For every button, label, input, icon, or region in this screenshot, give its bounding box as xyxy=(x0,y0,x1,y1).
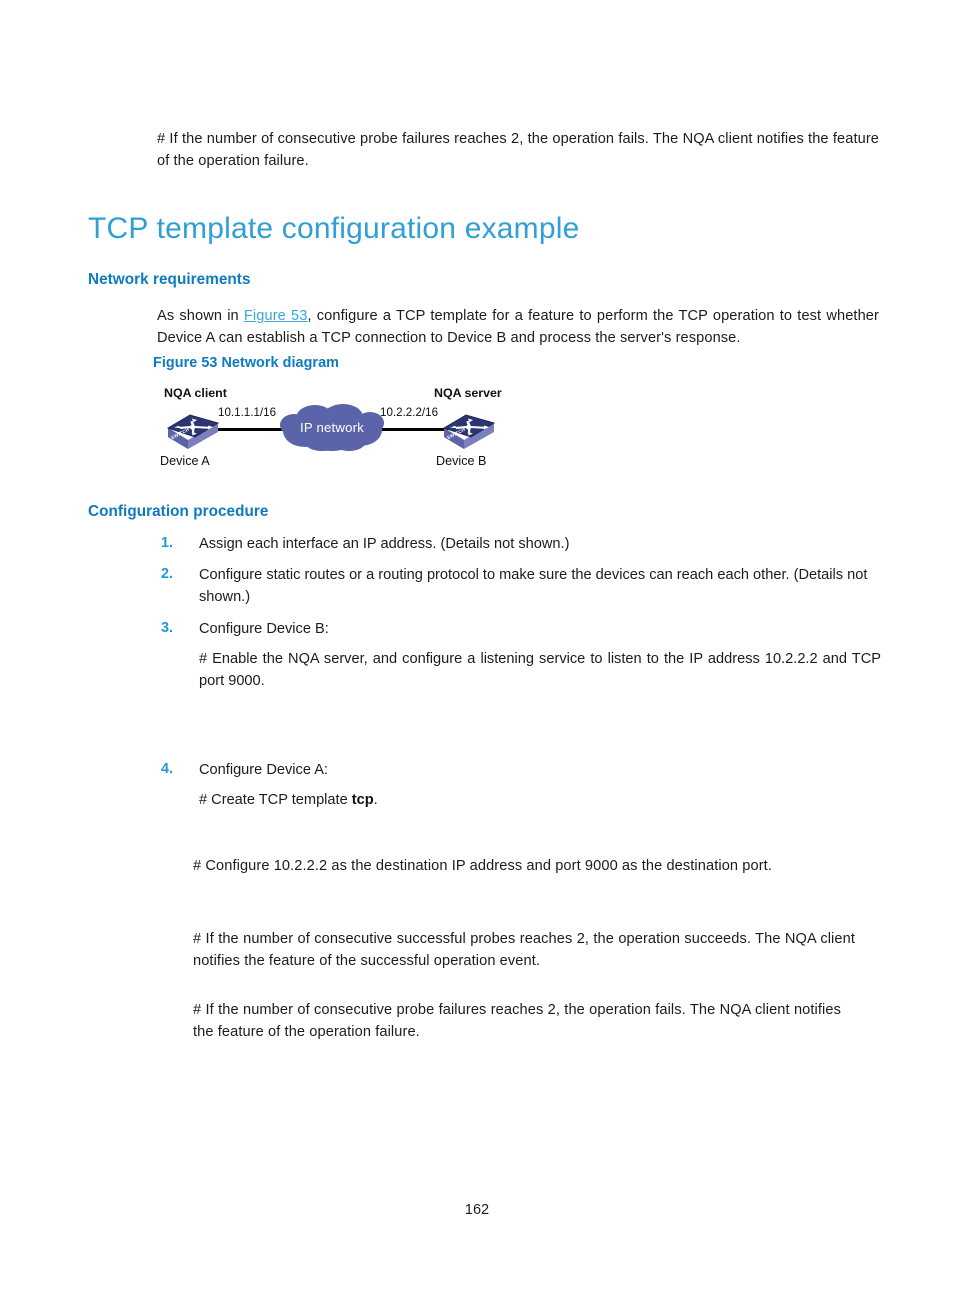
command-keyword: tcp xyxy=(351,792,374,809)
subtext-prefix: # Create TCP template xyxy=(199,792,352,809)
text-before-xref: As shown in xyxy=(157,308,244,324)
list-item-text: Configure Device B: xyxy=(199,620,329,637)
trailing-paragraph-3: # If the number of consecutive probe fai… xyxy=(193,1002,841,1041)
configuration-steps-list: 1. Assign each interface an IP address. … xyxy=(153,533,881,820)
section-heading-network-requirements: Network requirements xyxy=(88,271,251,288)
ip-network-cloud-icon: IP network xyxy=(277,401,387,453)
list-item-number: 3. xyxy=(161,619,174,636)
diagram-ip-left: 10.1.1.1/16 xyxy=(218,406,277,419)
list-item: 2. Configure static routes or a routing … xyxy=(153,564,881,608)
list-item: 3. Configure Device B: # Enable the NQA … xyxy=(153,618,881,751)
diagram-ip-right: 10.2.2.2/16 xyxy=(380,406,439,419)
trailing-paragraph-1: # Configure 10.2.2.2 as the destination … xyxy=(193,858,772,874)
omitted-command-output-spacer xyxy=(199,692,881,750)
network-diagram: NQA client NQA server 10.1.1.1/16 10.2.2… xyxy=(150,380,550,480)
list-item-number: 2. xyxy=(161,566,174,583)
network-requirements-paragraph: As shown in Figure 53, configure a TCP t… xyxy=(157,305,879,349)
list-item-number: 1. xyxy=(161,535,174,551)
list-item: 4. Configure Device A: # Create TCP temp… xyxy=(153,759,881,811)
trailing-paragraph-2: # If the number of consecutive successfu… xyxy=(193,931,855,970)
page-number: 162 xyxy=(464,1202,490,1218)
list-item-number: 4. xyxy=(161,761,174,778)
diagram-label-nqa-client: NQA client xyxy=(164,386,227,400)
switch-icon-device-a: SWITCH xyxy=(164,406,222,450)
diagram-link-right xyxy=(382,428,448,431)
list-item-text: Configure Device A: xyxy=(199,762,328,779)
list-item-text: Configure static routes or a routing pro… xyxy=(199,567,868,606)
switch-icon-device-b: SWITCH xyxy=(440,406,498,450)
ip-network-cloud-label: IP network xyxy=(299,419,365,435)
section-heading-configuration-procedure: Configuration procedure xyxy=(88,503,269,520)
list-item: 1. Assign each interface an IP address. … xyxy=(153,533,881,555)
diagram-label-nqa-server: NQA server xyxy=(434,386,502,400)
page-title: TCP template configuration example xyxy=(88,212,580,245)
figure-caption: Figure 53 Network diagram xyxy=(153,355,339,371)
diagram-link-left xyxy=(212,428,284,431)
figure-53-crossref-link[interactable]: Figure 53 xyxy=(244,308,308,324)
document-page: # If the number of consecutive probe fai… xyxy=(0,0,954,1296)
list-item-subtext: # Create TCP template tcp. xyxy=(199,789,881,811)
list-item-subtext: # Enable the NQA server, and configure a… xyxy=(199,650,881,689)
diagram-device-b-label: Device B xyxy=(436,454,487,468)
list-item-text: Assign each interface an IP address. (De… xyxy=(199,536,570,552)
diagram-device-a-label: Device A xyxy=(160,454,210,468)
intro-paragraph: # If the number of consecutive probe fai… xyxy=(157,131,879,170)
subtext-suffix: . xyxy=(373,792,378,809)
